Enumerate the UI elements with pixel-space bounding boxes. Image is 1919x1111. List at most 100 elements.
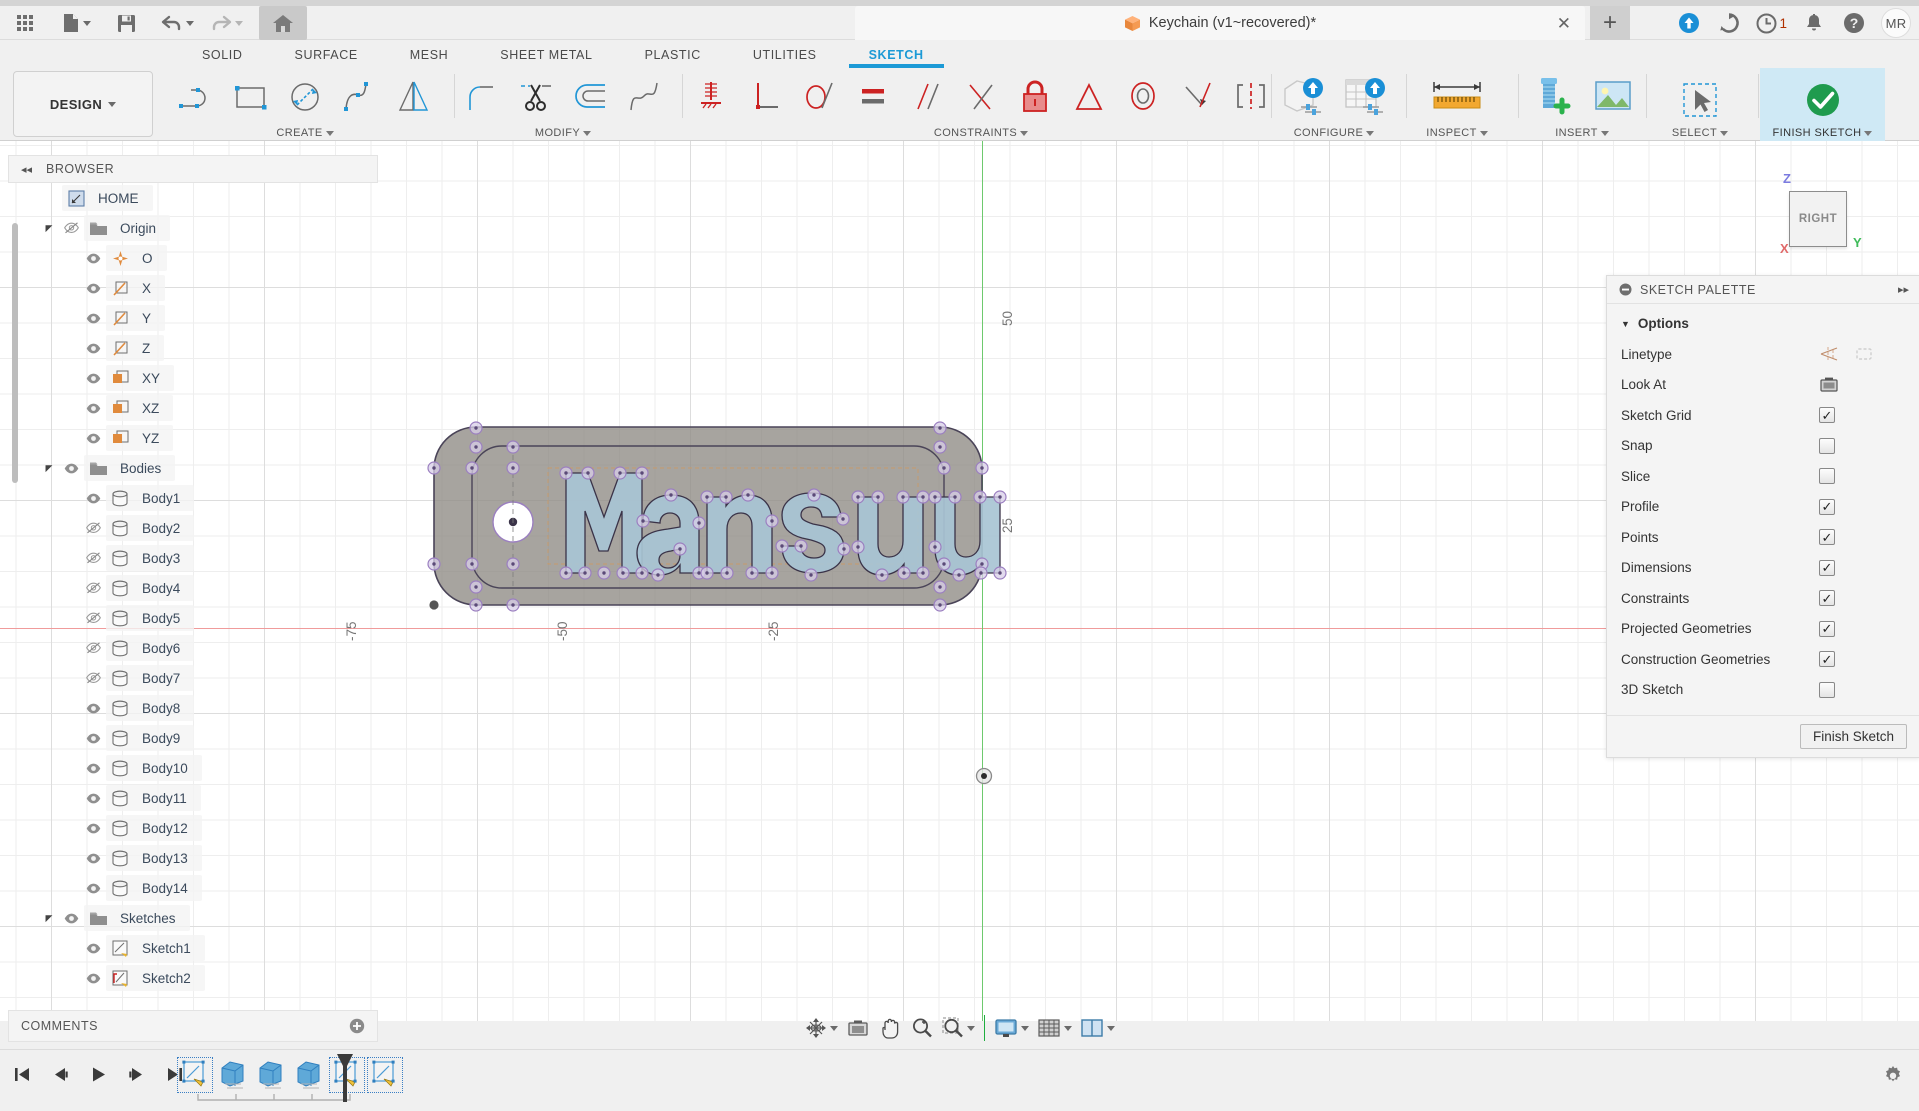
upload-status-icon[interactable] [1676, 10, 1702, 36]
finish-sketch-button[interactable]: FINISH SKETCH [1760, 68, 1885, 141]
fillet-tool-button[interactable] [455, 70, 509, 122]
palette-checkbox[interactable]: ✓ [1819, 651, 1835, 668]
insert-mcmaster-button[interactable] [1520, 70, 1582, 122]
measure-tool-button[interactable] [1410, 70, 1504, 122]
browser-item-origin[interactable]: ◤ Origin [8, 213, 378, 243]
palette-checkbox[interactable]: ✓ [1819, 559, 1835, 576]
visibility-eye-icon[interactable] [80, 733, 106, 744]
browser-item-sketch1[interactable]: Sketch1 [8, 933, 378, 963]
visibility-eye-icon[interactable] [58, 913, 84, 924]
job-status-icon[interactable]: 1 [1756, 10, 1787, 36]
visibility-eye-icon[interactable] [80, 522, 106, 534]
curvature-comb-button[interactable] [617, 70, 671, 122]
browser-item-body6[interactable]: Body6 [8, 633, 378, 663]
visibility-eye-icon[interactable] [80, 373, 106, 384]
horizontal-vertical-constraint-button[interactable] [684, 70, 738, 122]
visibility-eye-icon[interactable] [80, 343, 106, 354]
step-back-button[interactable] [46, 1060, 74, 1088]
browser-item-sketch2[interactable]: Sketch2 [8, 963, 378, 993]
help-icon[interactable]: ? [1841, 10, 1867, 36]
ribbon-group-finish-label[interactable]: FINISH SKETCH [1760, 127, 1885, 139]
go-to-beginning-button[interactable] [8, 1060, 36, 1088]
visibility-eye-icon[interactable] [80, 823, 106, 834]
palette-checkbox[interactable] [1819, 468, 1835, 485]
midpoint-constraint-button[interactable] [1062, 70, 1116, 122]
file-icon[interactable] [58, 6, 95, 40]
browser-item-body1[interactable]: Body1 [8, 483, 378, 513]
coincident-constraint-button[interactable] [954, 70, 1008, 122]
visibility-eye-icon[interactable] [80, 253, 106, 264]
browser-item-sketches[interactable]: ◤ Sketches [8, 903, 378, 933]
visibility-eye-icon[interactable] [80, 552, 106, 564]
mirror-tool-button[interactable] [386, 70, 440, 122]
browser-item-x[interactable]: X [8, 273, 378, 303]
equal-constraint-button[interactable] [846, 70, 900, 122]
visibility-eye-icon[interactable] [80, 642, 106, 654]
parallel-constraint-button[interactable] [900, 70, 954, 122]
visibility-eye-icon[interactable] [80, 703, 106, 714]
gear-icon[interactable] [1881, 1064, 1905, 1088]
browser-item-expander[interactable]: ◤ [40, 223, 58, 234]
workspace-switcher-button[interactable]: DESIGN [13, 71, 153, 137]
ribbon-group-insert-label[interactable]: INSERT [1520, 127, 1644, 139]
palette-checkbox[interactable] [1819, 437, 1835, 454]
palette-checkbox[interactable]: ✓ [1819, 590, 1835, 607]
close-icon[interactable]: ✕ [1557, 15, 1571, 32]
visibility-eye-icon[interactable] [80, 283, 106, 294]
save-icon[interactable] [109, 6, 143, 40]
avatar[interactable]: MR [1881, 8, 1911, 38]
visibility-eye-icon[interactable] [80, 853, 106, 864]
browser-item-body7[interactable]: Body7 [8, 663, 378, 693]
minus-circle-icon[interactable] [1619, 283, 1632, 296]
tab-surface[interactable]: SURFACE [269, 48, 384, 68]
collinear-constraint-button[interactable] [1170, 70, 1224, 122]
browser-item-body13[interactable]: Body13 [8, 843, 378, 873]
ribbon-group-select-label[interactable]: SELECT [1648, 127, 1752, 139]
zoom-icon[interactable] [907, 1011, 937, 1045]
linetype-normal-icon[interactable] [1819, 346, 1839, 362]
browser-scrollbar[interactable] [12, 223, 18, 483]
trim-tool-button[interactable] [509, 70, 563, 122]
visibility-eye-icon[interactable] [80, 763, 106, 774]
browser-item-body14[interactable]: Body14 [8, 873, 378, 903]
tab-sheet-metal[interactable]: SHEET METAL [474, 48, 618, 68]
view-cube-face[interactable]: RIGHT [1789, 191, 1847, 247]
grid-settings-icon[interactable] [1034, 1011, 1075, 1045]
look-at-button-icon[interactable] [1819, 376, 1839, 394]
browser-item-z[interactable]: Z [8, 333, 378, 363]
app-grid-icon[interactable] [8, 6, 42, 40]
visibility-eye-icon[interactable] [80, 672, 106, 684]
browser-collapse-icon[interactable]: ◂◂ [21, 163, 32, 176]
browser-item-body3[interactable]: Body3 [8, 543, 378, 573]
sketch-origin-marker[interactable] [975, 767, 993, 785]
new-tab-button[interactable]: + [1590, 6, 1630, 40]
spline-tool-button[interactable] [332, 70, 386, 122]
configure-part-button[interactable] [1272, 70, 1334, 122]
display-settings-icon[interactable] [991, 1011, 1032, 1045]
browser-item-body8[interactable]: Body8 [8, 693, 378, 723]
visibility-eye-icon[interactable] [58, 222, 84, 234]
browser-item-yz[interactable]: YZ [8, 423, 378, 453]
browser-item-home[interactable]: HOME [8, 183, 378, 213]
sketch-palette-expand-icon[interactable]: ▸▸ [1898, 283, 1909, 296]
tab-plastic[interactable]: PLASTIC [619, 48, 727, 68]
offset-tool-button[interactable] [563, 70, 617, 122]
redo-icon[interactable] [206, 6, 247, 40]
circle-tool-button[interactable] [278, 70, 332, 122]
notification-bell-icon[interactable] [1801, 10, 1827, 36]
palette-checkbox[interactable] [1819, 681, 1835, 698]
visibility-eye-icon[interactable] [80, 943, 106, 954]
visibility-eye-icon[interactable] [80, 582, 106, 594]
visibility-eye-icon[interactable] [80, 793, 106, 804]
visibility-eye-icon[interactable] [58, 463, 84, 474]
step-forward-button[interactable] [122, 1060, 150, 1088]
palette-finish-sketch-button[interactable]: Finish Sketch [1799, 724, 1907, 749]
home-icon[interactable] [259, 6, 307, 40]
tab-mesh[interactable]: MESH [384, 48, 475, 68]
symmetry-constraint-button[interactable] [1224, 70, 1278, 122]
ribbon-group-create-label[interactable]: CREATE [170, 127, 440, 139]
browser-item-body10[interactable]: Body10 [8, 753, 378, 783]
document-tab[interactable]: Keychain (v1~recovered)* ✕ [855, 6, 1585, 40]
browser-item-bodies[interactable]: ◤ Bodies [8, 453, 378, 483]
palette-checkbox[interactable]: ✓ [1819, 407, 1835, 424]
